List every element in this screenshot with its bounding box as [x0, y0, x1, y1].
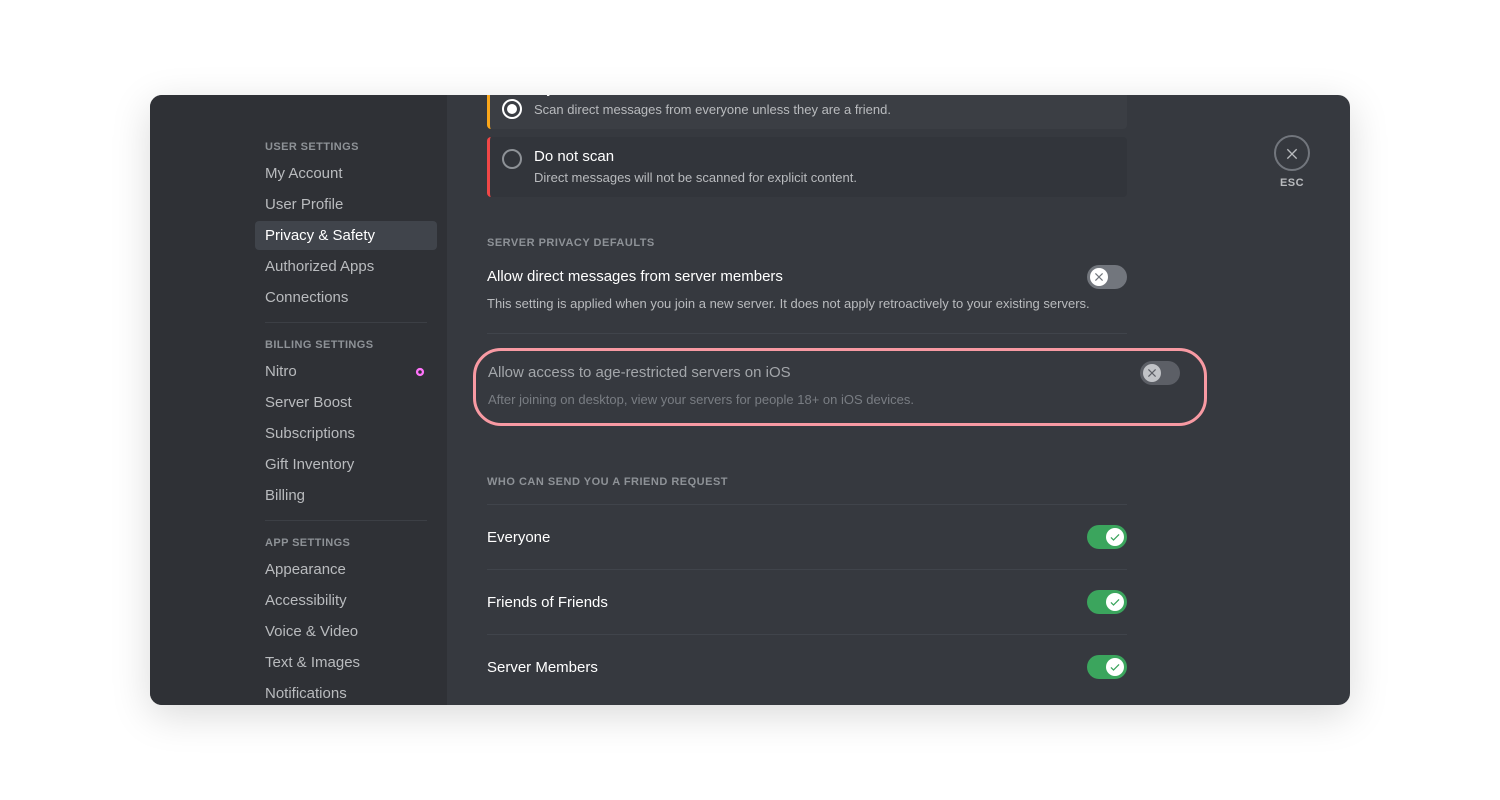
sidebar-item-label: Voice & Video — [265, 623, 358, 640]
sidebar-item-nitro[interactable]: Nitro — [255, 357, 437, 386]
setting-allow-dm-from-server-members: Allow direct messages from server member… — [487, 265, 1127, 313]
scan-option-friends-are-nice[interactable]: My friends are nice Scan direct messages… — [487, 95, 1127, 129]
sidebar-item-privacy-and-safety[interactable]: Privacy & Safety — [255, 221, 437, 250]
sidebar-item-gift-inventory[interactable]: Gift Inventory — [255, 450, 437, 479]
sidebar-item-label: Privacy & Safety — [265, 227, 375, 244]
friend-request-label: Everyone — [487, 529, 550, 546]
sidebar-divider — [265, 520, 427, 521]
toggle-everyone[interactable] — [1087, 525, 1127, 549]
switch-handle — [1106, 658, 1124, 676]
sidebar-item-appearance[interactable]: Appearance — [255, 555, 437, 584]
friend-request-label: Friends of Friends — [487, 594, 608, 611]
sidebar-item-label: User Profile — [265, 196, 343, 213]
sidebar-divider — [265, 322, 427, 323]
sidebar-item-notifications[interactable]: Notifications — [255, 679, 437, 705]
settings-content: My friends are nice Scan direct messages… — [447, 95, 1350, 705]
sidebar-header-user-settings: USER SETTINGS — [255, 135, 437, 159]
toggle-allow-dm[interactable] — [1087, 265, 1127, 289]
nitro-badge-icon — [413, 365, 427, 379]
sidebar-item-label: Server Boost — [265, 394, 352, 411]
radio-description: Direct messages will not be scanned for … — [534, 169, 857, 187]
sidebar-item-label: Notifications — [265, 685, 347, 702]
friend-request-row-server-members: Server Members — [487, 634, 1127, 699]
sidebar-item-label: Text & Images — [265, 654, 360, 671]
sidebar-item-label: Accessibility — [265, 592, 347, 609]
check-icon — [1109, 661, 1121, 673]
sidebar-item-label: My Account — [265, 165, 343, 182]
toggle-server-members[interactable] — [1087, 655, 1127, 679]
sidebar-item-authorized-apps[interactable]: Authorized Apps — [255, 252, 437, 281]
friend-request-row-everyone: Everyone — [487, 504, 1127, 569]
check-icon — [1109, 596, 1121, 608]
friend-request-row-friends-of-friends: Friends of Friends — [487, 569, 1127, 634]
check-icon — [1109, 531, 1121, 543]
sidebar-item-my-account[interactable]: My Account — [255, 159, 437, 188]
sidebar-item-voice-and-video[interactable]: Voice & Video — [255, 617, 437, 646]
x-icon — [1093, 271, 1105, 283]
setting-row: Allow direct messages from server member… — [487, 265, 1127, 289]
setting-description: This setting is applied when you join a … — [487, 295, 1127, 313]
sidebar-item-user-profile[interactable]: User Profile — [255, 190, 437, 219]
close-button[interactable]: ESC — [1274, 135, 1310, 189]
sidebar-item-label: Nitro — [265, 363, 297, 380]
x-icon — [1146, 367, 1158, 379]
switch-handle — [1106, 593, 1124, 611]
sidebar-item-label: Subscriptions — [265, 425, 355, 442]
sidebar-item-subscriptions[interactable]: Subscriptions — [255, 419, 437, 448]
friend-request-label: Server Members — [487, 659, 598, 676]
radio-icon — [502, 149, 522, 169]
setting-title: Allow access to age-restricted servers o… — [488, 364, 791, 381]
radio-title: Do not scan — [534, 147, 857, 167]
radio-title: My friends are nice — [534, 95, 891, 99]
settings-sidebar: USER SETTINGS My Account User Profile Pr… — [150, 95, 447, 705]
close-icon — [1274, 135, 1310, 171]
radio-text: My friends are nice Scan direct messages… — [534, 97, 891, 119]
setting-title: Allow direct messages from server member… — [487, 268, 783, 285]
sidebar-item-label: Gift Inventory — [265, 456, 354, 473]
divider — [487, 333, 1127, 334]
sidebar-item-label: Authorized Apps — [265, 258, 374, 275]
sidebar-header-app-settings: APP SETTINGS — [255, 531, 437, 555]
sidebar-item-billing[interactable]: Billing — [255, 481, 437, 510]
scan-option-do-not-scan[interactable]: Do not scan Direct messages will not be … — [487, 137, 1127, 197]
setting-description: After joining on desktop, view your serv… — [488, 391, 1180, 409]
settings-scroll-area: My friends are nice Scan direct messages… — [487, 95, 1127, 699]
highlighted-setting-ios-age-restricted: Allow access to age-restricted servers o… — [473, 348, 1207, 426]
sidebar-item-server-boost[interactable]: Server Boost — [255, 388, 437, 417]
switch-handle — [1106, 528, 1124, 546]
sidebar-item-connections[interactable]: Connections — [255, 283, 437, 312]
settings-window: USER SETTINGS My Account User Profile Pr… — [150, 95, 1350, 705]
switch-handle — [1090, 268, 1108, 286]
toggle-ios-age-restricted[interactable] — [1140, 361, 1180, 385]
sidebar-header-billing-settings: BILLING SETTINGS — [255, 333, 437, 357]
sidebar-item-label: Connections — [265, 289, 348, 306]
sidebar-item-accessibility[interactable]: Accessibility — [255, 586, 437, 615]
radio-description: Scan direct messages from everyone unles… — [534, 101, 891, 119]
switch-handle — [1143, 364, 1161, 382]
section-header-friend-requests: WHO CAN SEND YOU A FRIEND REQUEST — [487, 476, 1127, 488]
section-header-server-privacy: SERVER PRIVACY DEFAULTS — [487, 237, 1127, 249]
radio-icon — [502, 99, 522, 119]
sidebar-item-label: Appearance — [265, 561, 346, 578]
close-label: ESC — [1280, 177, 1304, 189]
sidebar-item-label: Billing — [265, 487, 305, 504]
setting-row: Allow access to age-restricted servers o… — [488, 361, 1180, 385]
sidebar-item-text-and-images[interactable]: Text & Images — [255, 648, 437, 677]
radio-text: Do not scan Direct messages will not be … — [534, 147, 857, 187]
toggle-friends-of-friends[interactable] — [1087, 590, 1127, 614]
